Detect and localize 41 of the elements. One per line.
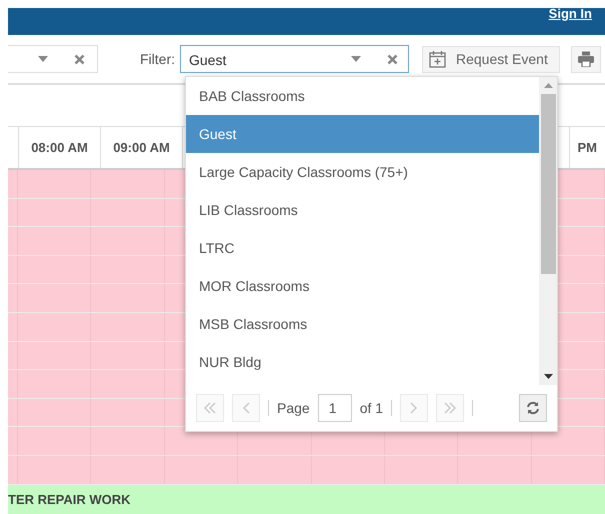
chevron-left-icon bbox=[241, 401, 251, 415]
double-chevron-right-icon bbox=[443, 401, 458, 415]
scrollbar-thumb[interactable] bbox=[540, 94, 556, 274]
column-header: PM bbox=[568, 127, 605, 168]
refresh-button[interactable] bbox=[519, 394, 547, 422]
list-item[interactable]: LTRC bbox=[186, 229, 539, 267]
list-item[interactable]: BAB Classrooms bbox=[186, 77, 539, 115]
page-count: of 1 bbox=[360, 400, 384, 416]
select-field[interactable] bbox=[8, 45, 98, 73]
first-page-button[interactable] bbox=[196, 394, 224, 422]
caret-down-icon bbox=[38, 56, 48, 62]
page-label: Page bbox=[277, 400, 310, 416]
scroll-up-icon[interactable] bbox=[544, 83, 552, 88]
refresh-icon bbox=[526, 401, 540, 415]
event-title: TER REPAIR WORK bbox=[8, 492, 131, 508]
next-page-button[interactable] bbox=[400, 394, 428, 422]
previous-page-button[interactable] bbox=[232, 394, 260, 422]
column-header: 08:00 AM bbox=[19, 127, 101, 168]
list-item[interactable]: MSB Classrooms bbox=[186, 305, 539, 343]
scroll-down-icon[interactable] bbox=[544, 374, 552, 379]
printer-icon bbox=[577, 51, 595, 67]
clear-icon[interactable] bbox=[74, 54, 85, 64]
event-bar[interactable]: TER REPAIR WORK bbox=[8, 484, 605, 514]
filter-label: Filter: bbox=[140, 51, 175, 67]
caret-down-icon bbox=[351, 56, 361, 62]
list-item[interactable]: LIB Classrooms bbox=[186, 191, 539, 229]
list-item[interactable]: MOR Classrooms bbox=[186, 267, 539, 305]
column-header: 09:00 AM bbox=[101, 127, 183, 168]
double-chevron-left-icon bbox=[203, 401, 217, 415]
request-event-button[interactable]: Request Event bbox=[422, 46, 560, 72]
list-item[interactable]: Large Capacity Classrooms (75+) bbox=[186, 153, 539, 191]
page-field[interactable]: 1 bbox=[318, 394, 352, 422]
chevron-right-icon bbox=[409, 401, 420, 415]
clear-icon[interactable] bbox=[387, 54, 398, 64]
filter-select[interactable]: Guest bbox=[180, 45, 409, 73]
last-page-button[interactable] bbox=[436, 394, 464, 422]
calendar-plus-icon bbox=[429, 50, 446, 68]
print-button[interactable] bbox=[571, 46, 601, 72]
scrollbar[interactable] bbox=[539, 77, 557, 385]
sign-in-link[interactable]: Sign In bbox=[548, 6, 592, 21]
list-item[interactable]: NUR Bldg bbox=[186, 343, 539, 381]
